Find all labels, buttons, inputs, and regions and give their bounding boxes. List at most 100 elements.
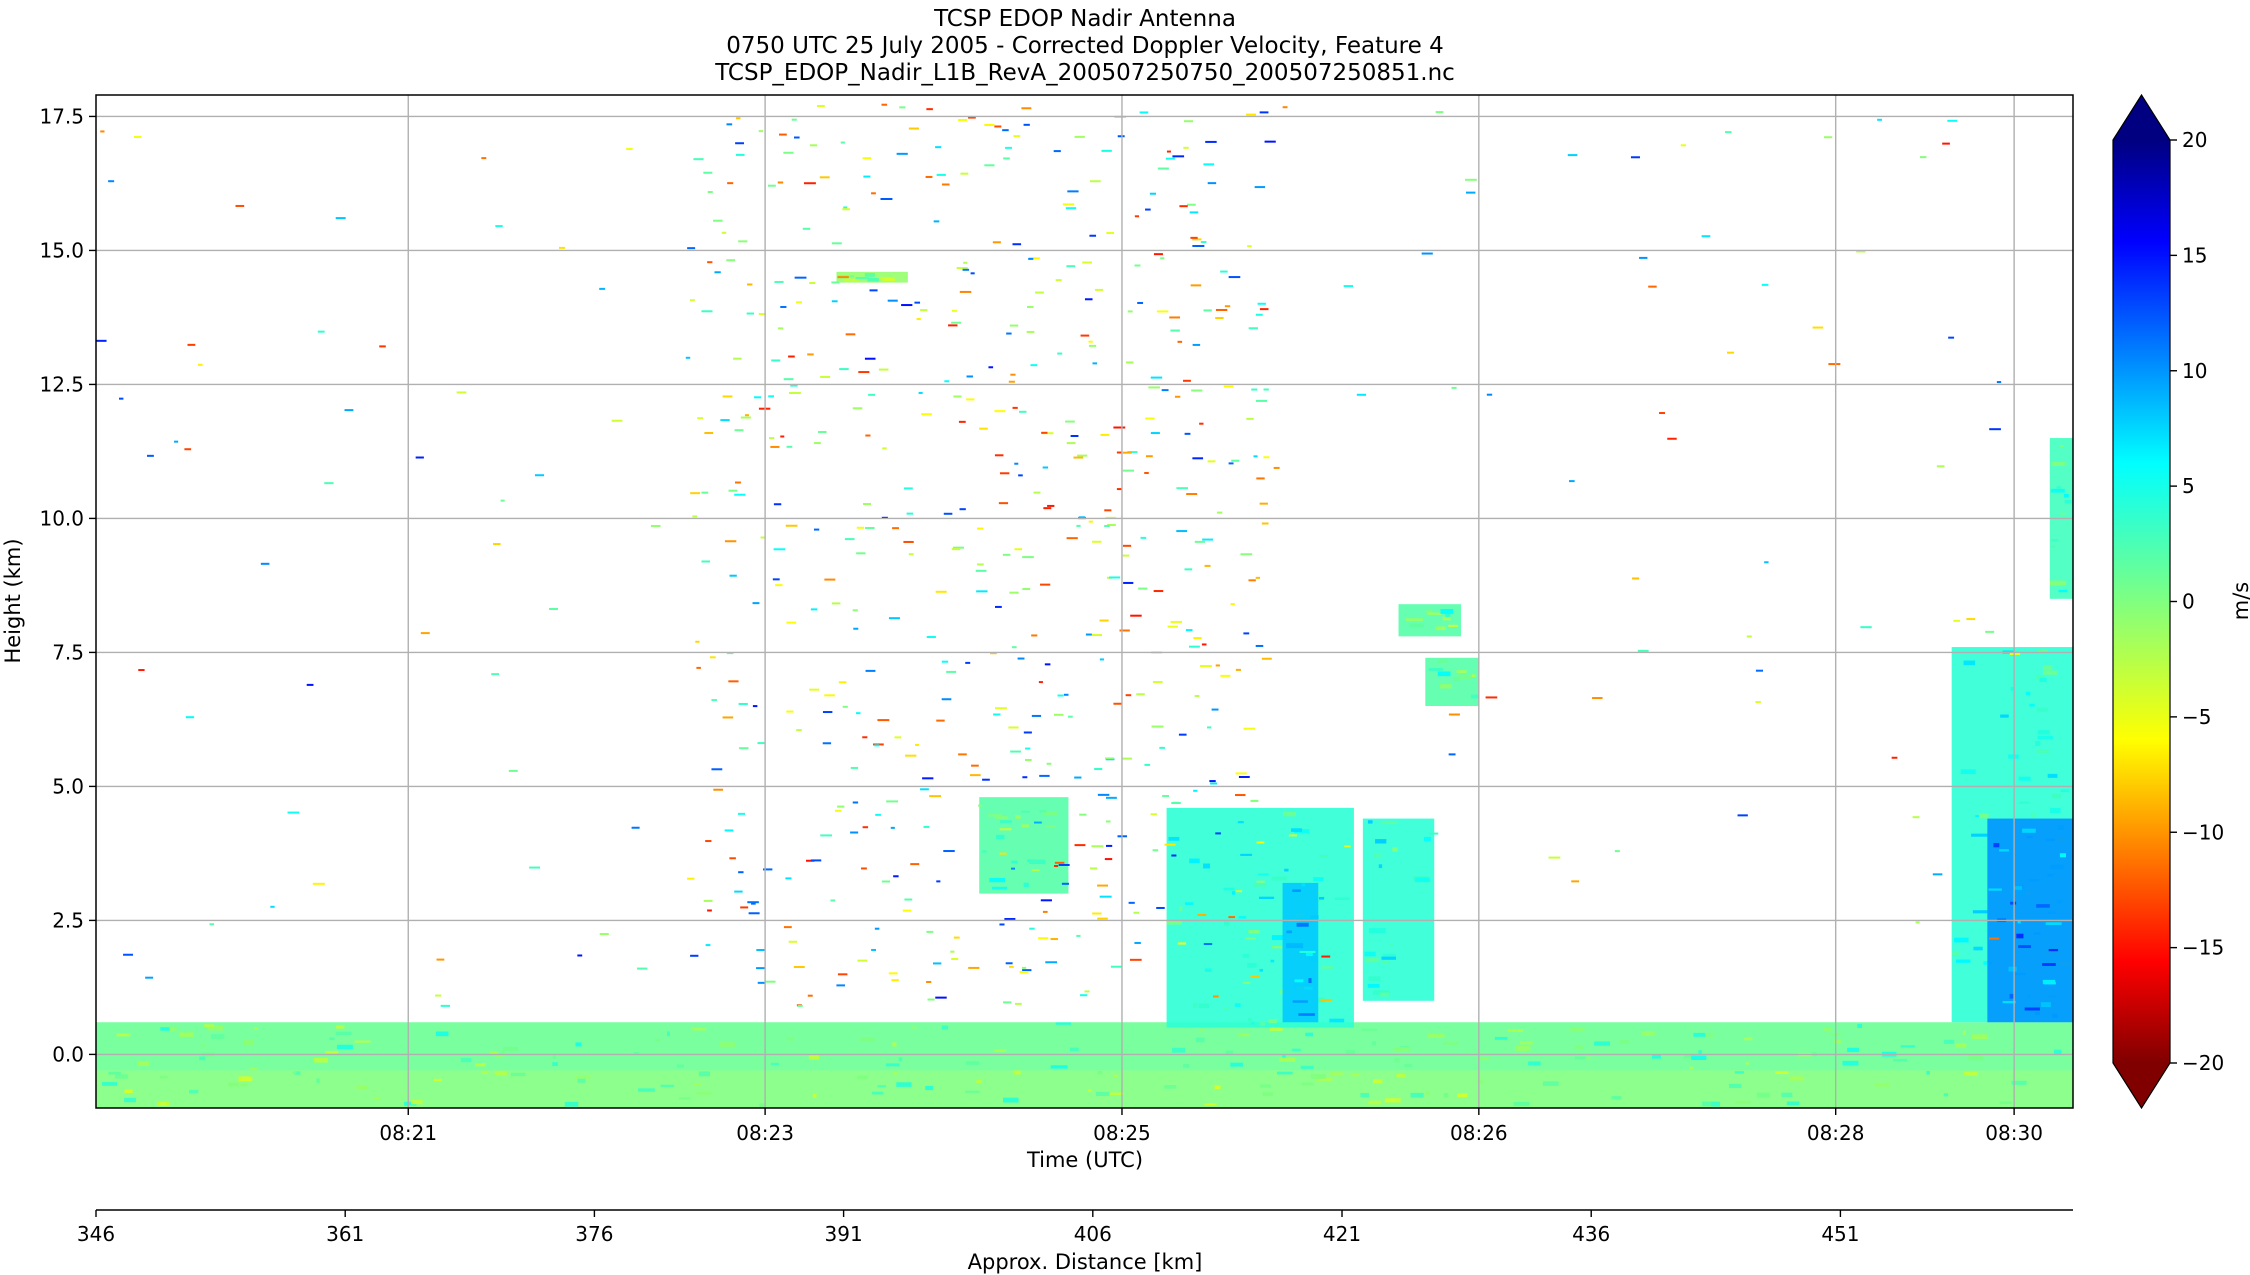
echo-texture: [2025, 691, 2031, 696]
noise-speckle: [1076, 524, 1081, 527]
echo-texture: [1087, 1089, 1092, 1092]
noise-speckle: [1009, 324, 1019, 327]
distance-tick-label: 391: [825, 1222, 863, 1246]
noise-speckle: [2009, 652, 2021, 655]
noise-speckle: [1235, 794, 1246, 797]
noise-speckle: [877, 719, 890, 722]
noise-speckle: [862, 826, 869, 829]
noise-speckle: [1919, 156, 1927, 159]
echo-texture: [1304, 987, 1313, 990]
noise-speckle: [1176, 487, 1189, 490]
noise-speckle: [722, 395, 733, 398]
echo-texture: [1470, 694, 1479, 699]
noise-speckle: [1077, 454, 1088, 457]
echo-texture: [1039, 809, 1047, 813]
noise-speckle: [960, 172, 969, 175]
noise-speckle: [1240, 553, 1253, 556]
noise-speckle: [119, 397, 124, 400]
noise-speckle: [1466, 191, 1476, 194]
echo-texture: [1291, 1048, 1301, 1052]
echo-texture: [1330, 1072, 1343, 1076]
y-tick-label: 7.5: [52, 640, 84, 664]
noise-speckle: [1080, 994, 1088, 997]
noise-speckle: [852, 407, 863, 410]
noise-speckle: [707, 261, 713, 264]
noise-speckle: [953, 936, 960, 939]
noise-speckle: [1343, 285, 1354, 288]
noise-speckle: [908, 127, 919, 130]
noise-speckle: [1104, 525, 1110, 528]
noise-speckle: [958, 753, 967, 756]
echo-texture: [1410, 1092, 1424, 1098]
noise-speckle: [936, 173, 946, 176]
noise-speckle: [1823, 136, 1833, 139]
noise-speckle: [1344, 845, 1351, 848]
noise-speckle: [1194, 694, 1200, 697]
colorbar-tick-label: 10: [2182, 359, 2207, 383]
noise-speckle: [96, 339, 107, 342]
noise-speckle: [734, 493, 746, 496]
echo-texture: [435, 1031, 449, 1037]
echo-texture: [1574, 1045, 1583, 1049]
echo-texture: [994, 1049, 1007, 1052]
echo-texture: [1734, 1071, 1744, 1074]
echo-texture: [200, 1044, 206, 1047]
echo-texture: [877, 1085, 886, 1088]
noise-speckle: [982, 778, 990, 781]
noise-speckle: [758, 130, 764, 133]
noise-speckle: [994, 410, 1006, 413]
noise-speckle: [1246, 113, 1256, 116]
noise-speckle: [1202, 538, 1214, 541]
echo-texture: [1381, 960, 1390, 965]
noise-speckle: [1054, 864, 1059, 867]
noise-speckle: [893, 875, 899, 878]
noise-speckle: [1189, 211, 1199, 214]
noise-speckle: [865, 669, 876, 672]
noise-speckle: [1006, 332, 1012, 335]
noise-speckle: [1256, 477, 1265, 480]
echo-texture: [885, 1063, 900, 1067]
noise-speckle: [1014, 548, 1023, 551]
noise-speckle: [577, 954, 583, 957]
echo-texture: [2017, 920, 2021, 924]
echo-texture: [2018, 945, 2031, 949]
noise-speckle: [1148, 386, 1160, 389]
noise-speckle: [881, 880, 891, 883]
echo-texture: [189, 1089, 199, 1094]
x-tick-label: 08:21: [379, 1121, 437, 1145]
distance-axis: 346 361 376 391 406 421 436 451 Approx. Distanc…: [77, 1209, 2073, 1274]
echo-texture: [1443, 1041, 1459, 1045]
echo-texture: [1423, 836, 1431, 842]
noise-speckle: [626, 147, 633, 150]
noise-speckle: [1134, 264, 1141, 267]
noise-speckle: [1005, 962, 1013, 965]
noise-speckle: [1255, 576, 1261, 579]
noise-speckle: [752, 602, 760, 605]
colorbar-extend-bottom: [2113, 1063, 2170, 1108]
noise-speckle: [1199, 665, 1212, 668]
noise-speckle: [1186, 493, 1198, 496]
y-tick-label: 10.0: [39, 506, 84, 530]
noise-speckle: [1235, 668, 1241, 671]
noise-speckle: [1068, 715, 1073, 718]
noise-speckle: [1009, 591, 1019, 594]
noise-speckle: [906, 512, 914, 515]
noise-speckle: [728, 680, 739, 683]
echo-texture: [892, 1042, 897, 1047]
noise-speckle: [1106, 844, 1113, 847]
noise-speckle: [1178, 733, 1187, 736]
echo-texture: [1456, 670, 1467, 673]
echo-texture: [254, 1027, 258, 1030]
noise-speckle: [824, 578, 836, 581]
noise-speckle: [1156, 906, 1165, 909]
noise-speckle: [1321, 955, 1331, 958]
noise-speckle: [757, 742, 765, 745]
noise-speckle: [926, 930, 934, 933]
noise-speckle: [1259, 111, 1269, 114]
echo-texture: [2064, 500, 2072, 504]
distance-tick-label: 376: [575, 1222, 613, 1246]
echo-texture: [1231, 891, 1236, 895]
noise-speckle: [1145, 417, 1155, 420]
noise-speckle: [711, 699, 717, 702]
noise-speckle: [1215, 317, 1224, 320]
